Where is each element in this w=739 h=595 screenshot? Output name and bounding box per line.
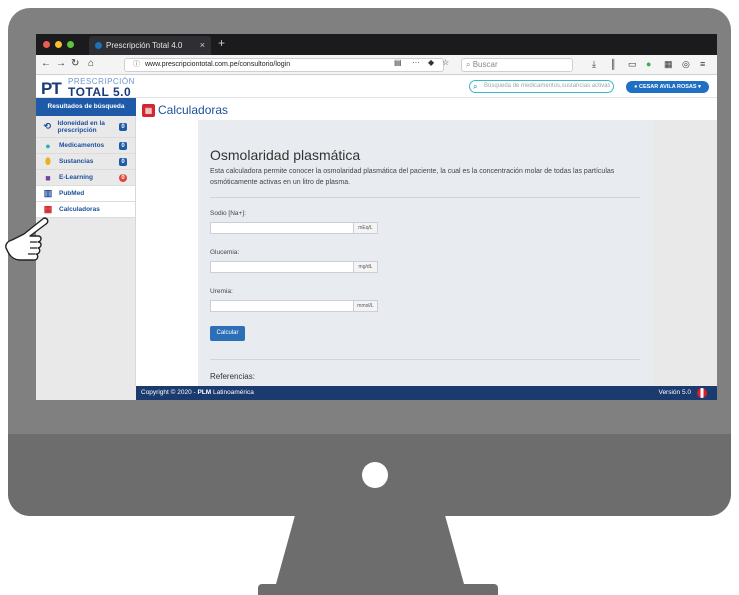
urea-input[interactable] [210,300,354,312]
version-text: Versión 5.0 [658,389,691,396]
sodium-unit: mEq/L [354,222,378,234]
calculate-button[interactable]: Calcular [210,326,245,341]
copyright-prefix: Copyright © 2020 - [141,389,198,396]
calculator-body: Esta calculadora permite conocer la osmo… [36,34,717,400]
sodium-input[interactable] [210,222,354,234]
monitor-stand-base [258,584,498,595]
copyright-text: Copyright © 2020 - PLM Latinoamérica [141,386,254,400]
calculator-description: Esta calculadora permite conocer la osmo… [210,168,615,186]
power-button [362,462,388,488]
divider [210,197,640,198]
copyright-suffix: Latinoamérica [211,389,254,396]
pointing-hand-icon [5,217,49,261]
urea-unit: mmol/L [354,300,378,312]
references-heading: Referencias: [210,372,255,381]
divider [210,359,640,360]
glucose-input[interactable] [210,261,354,273]
peru-flag-icon[interactable] [697,388,707,398]
site-footer: Copyright © 2020 - PLM Latinoamérica Ver… [136,386,717,400]
sodium-label: Sodio [Na+]: [210,210,246,217]
urea-label: Uremia: [210,288,233,295]
glucose-label: Glucemia: [210,249,240,256]
glucose-unit: mg/dL [354,261,378,273]
plm-logo: PLM [197,389,212,396]
monitor-stand-neck [276,516,464,584]
